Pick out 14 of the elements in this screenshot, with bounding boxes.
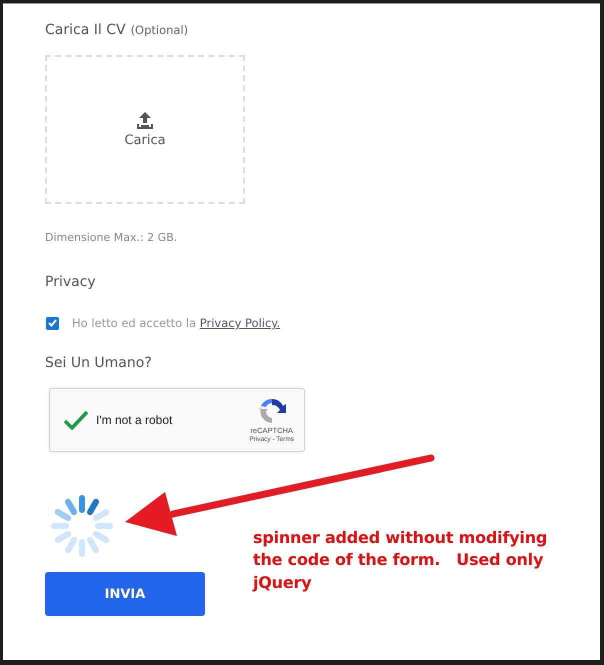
- privacy-link[interactable]: Privacy Policy.: [200, 316, 280, 330]
- captcha-label: I'm not a robot: [96, 413, 174, 427]
- annotation-text: spinner added without modifying the code of the form. Used only jQuery: [253, 527, 548, 594]
- size-hint: Dimensione Max.: 2 GB.: [45, 231, 178, 244]
- upload-dropzone[interactable]: Carica: [45, 55, 245, 204]
- recaptcha-logo-icon: [258, 397, 286, 425]
- consent-text: Ho letto ed accetto la Privacy Policy.: [72, 316, 280, 330]
- optional-label: (Optional): [130, 23, 188, 37]
- section-heading: Privacy: [45, 274, 97, 290]
- field-label: Carica Il CV: [45, 22, 126, 38]
- section-heading: Sei Un Umano?: [45, 355, 153, 371]
- privacy-checkbox[interactable]: [46, 316, 59, 330]
- submit-button[interactable]: INVIA: [45, 572, 205, 616]
- upload-icon: [137, 112, 153, 128]
